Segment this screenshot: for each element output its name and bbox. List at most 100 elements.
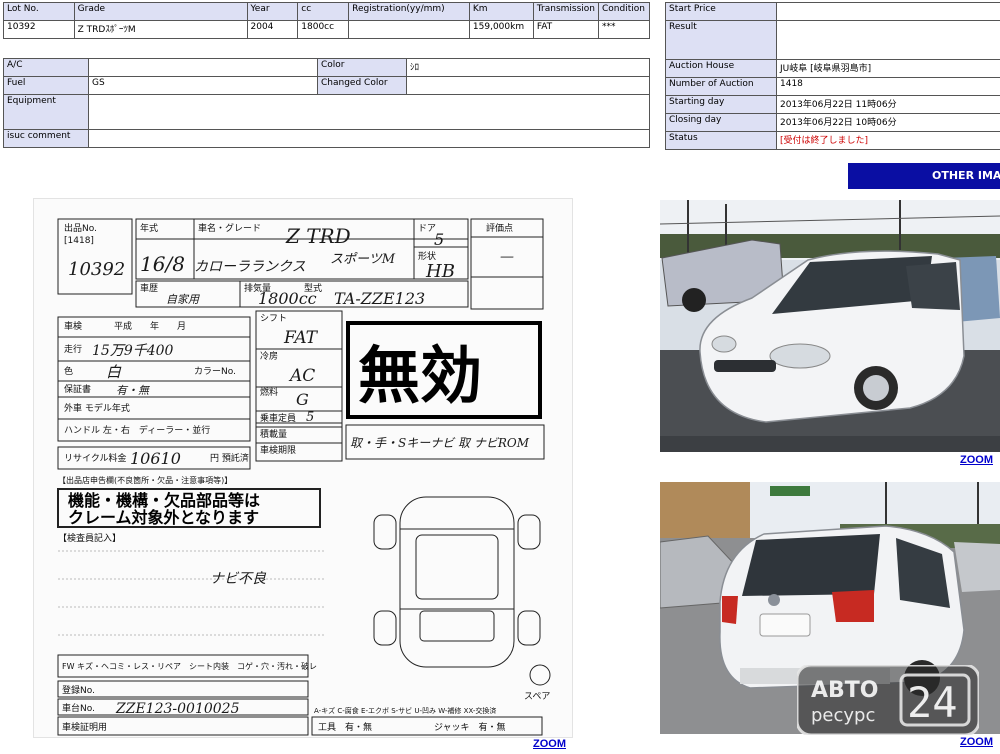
sheet-inspector-note: ナビ不良 [210, 571, 267, 587]
sheet-mileage-label: 走行 [64, 343, 82, 355]
status-label: Status [665, 131, 777, 150]
lot-no-value: 10392 [3, 20, 75, 39]
changed-color-value [406, 76, 650, 95]
sheet-grade-text2: スポーツM [330, 251, 396, 267]
grade-header: Grade [73, 2, 248, 21]
invalid-stamp-text: 無効 [358, 339, 482, 412]
invalid-stamp: 無効 [346, 321, 542, 419]
transmission-header: Transmission [532, 2, 599, 21]
sheet-ac-label: 冷房 [260, 350, 278, 362]
sheet-warranty-value: 有・無 [116, 384, 151, 397]
auction-info-table: Start Price Result Auction House JU岐阜 [岐… [665, 2, 1000, 150]
sheet-door-value: 5 [434, 230, 444, 249]
sheet-warranty-label: 保証書 [64, 383, 91, 395]
sheet-tools-label: 工具 有・無 [318, 721, 372, 733]
sheet-recycle-label: リサイクル料金 [64, 452, 127, 464]
sheet-lot-label: 出品No. [64, 222, 97, 234]
sheet-recycle-value: 10610 [130, 449, 181, 468]
comment-value [88, 129, 650, 148]
other-images-button[interactable]: OTHER IMAGES [848, 163, 1000, 189]
year-header: Year [246, 2, 299, 21]
watermark-line2: ресурс [811, 705, 875, 726]
km-header: Km [468, 2, 534, 21]
sheet-capacity-label: 乗車定員 [260, 412, 296, 424]
sheet-capacity-value: 5 [306, 410, 314, 425]
sheet-fuel-value: G [296, 390, 309, 409]
color-label: Color [317, 58, 407, 77]
result-label: Result [665, 20, 777, 60]
cc-value: 1800cc [297, 20, 350, 39]
sheet-color-value: 白 [106, 363, 122, 381]
sheet-seller-notes-label: 【出品店申告欄(不良箇所・欠品・注意事項等)】 [58, 475, 232, 485]
sheet-score-value: — [500, 249, 514, 265]
sheet-score-label: 評価点 [486, 222, 513, 234]
transmission-value: FAT [532, 20, 599, 39]
auction-sheet-drawing: 出品No. [1418] 年式 車名・グレード ドア 形状 評価点 車歴 排気量… [57, 218, 551, 736]
watermark-number: 24 [907, 678, 958, 727]
closing-day-value: 2013年06月22日 10時06分 [776, 113, 1000, 132]
sheet-mileage-value: 15万9千400 [92, 343, 174, 359]
sheet-grade-text: Z TRD [285, 224, 351, 248]
fuel-label: Fuel [3, 76, 89, 95]
avtoresurs-watermark: АВТО ресурс 24 [795, 663, 981, 737]
sheet-displacement-value: 1800cc [258, 289, 317, 308]
front-photo-zoom-link[interactable]: ZOOM [960, 454, 993, 466]
sheet-chassis-value: ZZE123-0010025 [115, 701, 240, 717]
cc-header: cc [297, 2, 350, 21]
status-value: [受付は終了しました] [776, 131, 1000, 150]
start-price-value [776, 2, 1000, 21]
ac-value [88, 58, 318, 77]
auction-sheet-image[interactable]: 出品No. [1418] 年式 車名・グレード ドア 形状 評価点 車歴 排気量… [33, 198, 573, 738]
number-of-auction-label: Number of Auction [665, 77, 777, 96]
lot-info-table: Lot No. Grade Year cc Registration(yy/mm… [3, 2, 651, 39]
sheet-purpose-label: 車歴 [140, 282, 158, 294]
auction-house-value: JU岐阜 [岐阜県羽島市] [776, 59, 1000, 78]
sheet-lot-no: 10392 [68, 259, 125, 280]
sheet-model-value: TA-ZZE123 [334, 289, 425, 308]
sheet-auction-no: [1418] [64, 236, 94, 246]
sheet-fuel-label: 燃料 [260, 386, 278, 398]
sheet-grade-label: 車名・グレード [198, 222, 261, 234]
sheet-jack-label: ジャッキ 有・無 [434, 721, 506, 733]
km-value: 159,000km [468, 20, 534, 39]
lot-no-header: Lot No. [3, 2, 75, 21]
sheet-inspector-label: 【検査員記入】 [58, 532, 121, 544]
details-table: A/C Color ｼﾛ Fuel GS Changed Color Equip… [3, 58, 650, 148]
car-front-drawing [660, 200, 1000, 452]
sheet-cert-label: 車検証明用 [62, 721, 107, 733]
sheet-zoom-link[interactable]: ZOOM [533, 738, 566, 750]
starting-day-value: 2013年06月22日 11時06分 [776, 95, 1000, 114]
watermark-line1: АВТО [811, 678, 879, 703]
sheet-shift-value: FAT [283, 328, 319, 348]
sheet-color-no-label: カラーNo. [194, 366, 236, 377]
auction-house-label: Auction House [665, 59, 777, 78]
sheet-load-label: 積載量 [260, 428, 287, 440]
sheet-equipment-note: 取・手・Sキーナビ 取 ナビROM [350, 436, 530, 450]
sheet-purpose-value: 自家用 [166, 293, 200, 306]
sheet-model-year-label: 外車 モデル年式 [64, 402, 130, 414]
closing-day-label: Closing day [665, 113, 777, 132]
equipment-value [88, 94, 650, 130]
sheet-handle-label: ハンドル 左・右 ディーラー・並行 [64, 424, 210, 436]
fuel-value: GS [88, 76, 318, 95]
sheet-box-line2: クレーム対象外となります [68, 508, 259, 527]
registration-header: Registration(yy/mm) [348, 2, 470, 21]
sheet-chassis-label: 車台No. [62, 702, 95, 714]
sheet-shaken-label: 車検 [64, 320, 82, 332]
result-value [776, 20, 1000, 60]
rear-photo-zoom-link[interactable]: ZOOM [960, 736, 993, 748]
sheet-year-label: 年式 [140, 222, 158, 234]
condition-header: Condition [597, 2, 651, 21]
comment-label: isuc comment [3, 129, 89, 148]
sheet-ext-label: 車検期限 [260, 444, 296, 456]
starting-day-label: Starting day [665, 95, 777, 114]
year-value: 2004 [246, 20, 299, 39]
condition-value: *** [597, 20, 651, 39]
sheet-car-name: カローラランクス [194, 259, 306, 275]
ac-label: A/C [3, 58, 89, 77]
equipment-label: Equipment [3, 94, 89, 130]
sheet-spare-label: スペア [524, 692, 550, 702]
sheet-year-value: 16/8 [140, 252, 185, 276]
car-front-photo[interactable] [660, 200, 1000, 452]
start-price-label: Start Price [665, 2, 777, 21]
